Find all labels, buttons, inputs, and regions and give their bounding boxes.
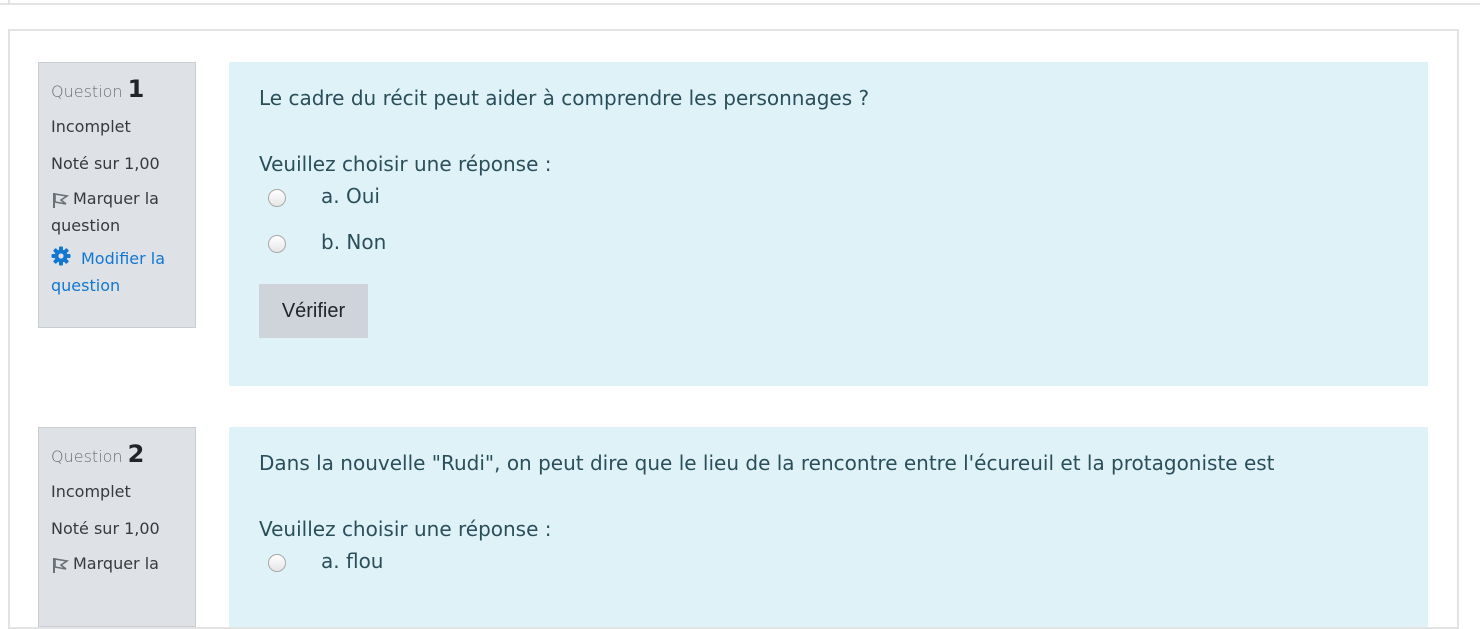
answer-label: a. Oui [321, 184, 380, 208]
flag-question-link[interactable]: Marquer la question [51, 185, 183, 239]
question-state: Incomplet [51, 117, 131, 136]
question-number-value: 2 [127, 440, 145, 468]
edit-question-link[interactable]: Modifier la question [51, 245, 183, 299]
answer-list: a. flou [259, 545, 1398, 591]
flag-icon [53, 192, 69, 208]
check-button[interactable]: Vérifier [259, 284, 368, 338]
answer-list: a. Oui b. Non [259, 180, 1398, 272]
question-grade: Noté sur 1,00 [51, 519, 160, 538]
answer-option-b[interactable]: b. Non [259, 226, 1398, 272]
flag-question-label: Marquer la [73, 554, 159, 573]
question-grade: Noté sur 1,00 [51, 154, 160, 173]
answer-label: a. flou [321, 549, 384, 573]
radio-button[interactable] [268, 189, 286, 207]
question-number-value: 1 [127, 75, 145, 103]
radio-button[interactable] [268, 554, 286, 572]
question-text: Dans la nouvelle "Rudi", on peut dire qu… [259, 451, 1275, 475]
question-content-1: Le cadre du récit peut aider à comprendr… [229, 62, 1428, 386]
answer-option-a[interactable]: a. Oui [259, 180, 1398, 226]
question-info-2: Question 2 Incomplet Noté sur 1,00 Marqu… [38, 427, 196, 627]
flag-icon [53, 557, 69, 573]
question-text: Le cadre du récit peut aider à comprendr… [259, 86, 870, 110]
question-number: Question 1 [51, 75, 145, 103]
gear-icon [51, 246, 71, 266]
answer-prompt: Veuillez choisir une réponse : [259, 517, 552, 541]
answer-option-a[interactable]: a. flou [259, 545, 1398, 591]
question-number: Question 2 [51, 440, 145, 468]
previous-section-border [0, 0, 1480, 5]
question-state: Incomplet [51, 482, 131, 501]
question-info-1: Question 1 Incomplet Noté sur 1,00 Marqu… [38, 62, 196, 328]
answer-label: b. Non [321, 230, 387, 254]
question-content-2: Dans la nouvelle "Rudi", on peut dire qu… [229, 427, 1428, 627]
answer-prompt: Veuillez choisir une réponse : [259, 152, 552, 176]
radio-button[interactable] [268, 235, 286, 253]
